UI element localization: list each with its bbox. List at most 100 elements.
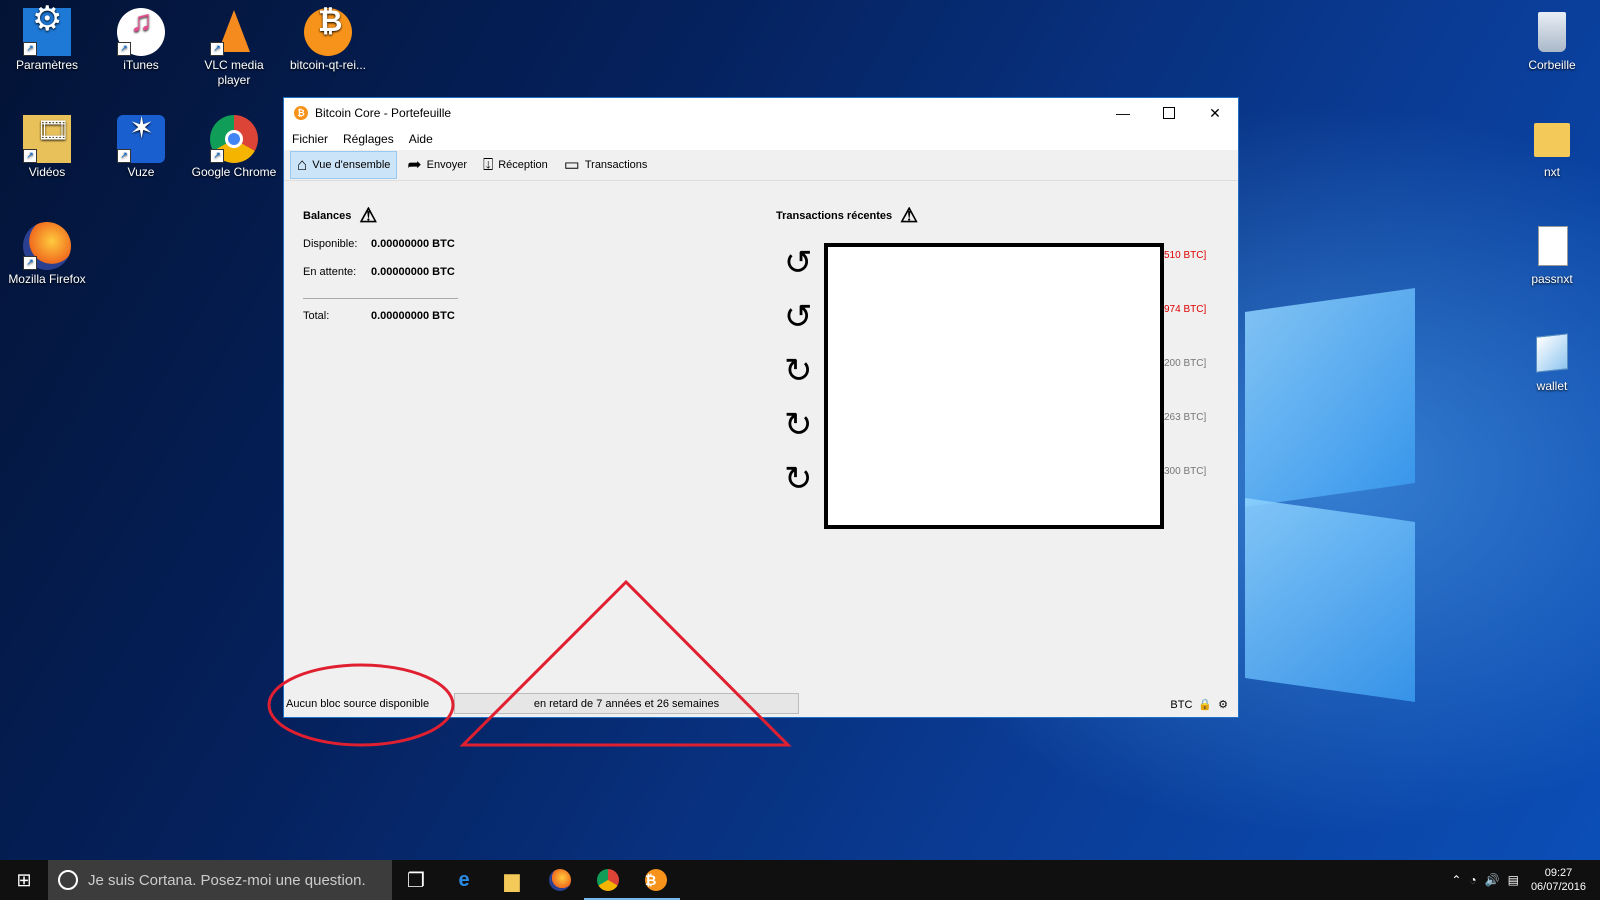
file-explorer-icon: ▆ (504, 869, 520, 892)
desktop-icon-label: Vuze (127, 165, 155, 179)
tab-overview[interactable]: ⌂ Vue d'ensemble (290, 151, 398, 179)
tx-amount[interactable]: 300 BTC] (1164, 466, 1206, 477)
edge-icon: e (458, 868, 470, 891)
desktop-icon-label: Google Chrome (191, 165, 277, 179)
tx-amount[interactable]: 974 BTC] (1164, 304, 1206, 315)
desktop-icon-label: Vidéos (28, 165, 66, 179)
desktop-icon-itunes[interactable]: ♫ ↗ iTunes (97, 7, 185, 73)
task-view-button[interactable]: ❐ (392, 860, 440, 900)
bitcoin-icon: ₿ (304, 7, 352, 56)
home-icon: ⌂ (297, 155, 308, 174)
minimize-button[interactable]: — (1100, 98, 1146, 128)
windows-logo-icon: ⊞ (16, 869, 32, 890)
taskbar-clock[interactable]: 09:27 06/07/2016 (1531, 866, 1586, 894)
lock-icon[interactable]: 🔒 (1198, 698, 1212, 711)
desktop-icon-videos[interactable]: 🎞 ↗ Vidéos (3, 115, 91, 180)
volume-icon[interactable]: 🔊 (1485, 873, 1500, 887)
balances-title: Balances ⚠ (303, 206, 377, 226)
tab-overview-label: Vue d'ensemble (312, 159, 391, 171)
balance-total-row: Total: 0.00000000 BTC (303, 310, 455, 322)
desktop-icon-wallet[interactable]: wallet (1508, 329, 1596, 394)
wifi-icon[interactable]: ◔ (1469, 873, 1476, 887)
warning-icon[interactable]: ⚠ (900, 206, 918, 226)
pending-label: En attente: (303, 266, 357, 278)
desktop-icon-passnxt[interactable]: passnxt (1508, 222, 1596, 287)
close-button[interactable]: ✕ (1192, 98, 1238, 128)
tx-amount[interactable]: 510 BTC] (1164, 250, 1206, 261)
tab-send-label: Envoyer (426, 159, 468, 171)
available-value: 0.00000000 BTC (371, 238, 455, 250)
chevron-up-icon[interactable]: ⌃ (1451, 873, 1461, 887)
desktop-icon-vlc[interactable]: ↗ VLC media player (190, 8, 278, 88)
tab-transactions-label: Transactions (584, 159, 648, 171)
sync-progress-bar: en retard de 7 années et 26 semaines (454, 693, 799, 714)
warning-icon[interactable]: ⚠ (359, 206, 377, 226)
desktop-icon-nxt[interactable]: nxt (1508, 115, 1596, 180)
tab-transactions[interactable]: ▭ Transactions (558, 152, 654, 178)
pending-value: 0.00000000 BTC (371, 266, 455, 278)
start-button[interactable]: ⊞ (0, 860, 48, 900)
menu-reglages[interactable]: Réglages (343, 132, 394, 146)
taskbar-bitcoin[interactable]: ₿ (632, 860, 680, 900)
tx-sent-icon: ↺ (784, 298, 813, 336)
firefox-icon (549, 869, 571, 891)
total-label: Total: (303, 310, 330, 322)
tx-amount[interactable]: 200 BTC] (1164, 358, 1206, 369)
bitcoin-core-window: ₿ Bitcoin Core - Portefeuille — ✕ Fichie… (283, 97, 1239, 718)
menu-fichier[interactable]: Fichier (292, 132, 328, 146)
taskbar-chrome[interactable] (584, 860, 632, 900)
bitcoin-icon: ₿ (645, 869, 667, 891)
taskbar-explorer[interactable]: ▆ (488, 860, 536, 900)
wallet-file-icon (1528, 329, 1576, 377)
menu-aide[interactable]: Aide (409, 132, 433, 146)
cortana-search-box[interactable]: Je suis Cortana. Posez-moi une question. (48, 860, 392, 900)
clock-time: 09:27 (1544, 867, 1573, 879)
maximize-button[interactable] (1146, 98, 1192, 128)
balances-title-text: Balances (303, 210, 352, 222)
desktop-icon-label: iTunes (123, 58, 159, 72)
desktop-icon-bitcoin-qt[interactable]: ₿ bitcoin-qt-rei... (284, 7, 372, 73)
desktop-icon-label: Corbeille (1528, 58, 1576, 72)
unit-label[interactable]: BTC (1170, 699, 1192, 711)
balance-available-row: Disponible: 0.00000000 BTC (303, 238, 455, 250)
redaction-box (824, 243, 1164, 529)
recycle-bin-icon (1528, 8, 1576, 56)
videos-folder-icon: 🎞 ↗ (23, 115, 71, 163)
desktop-icon-settings[interactable]: ⚙ ↗ Paramètres (3, 2, 91, 73)
recent-transactions-title-text: Transactions récentes (776, 210, 893, 222)
desktop-icon-label: Mozilla Firefox (8, 272, 86, 286)
send-arrow-icon: ➦ (407, 155, 422, 174)
itunes-icon: ♫ ↗ (117, 7, 165, 56)
notification-icon[interactable]: ▤ (1508, 873, 1519, 887)
desktop-icon-firefox[interactable]: ↗ Mozilla Firefox (3, 222, 91, 287)
wallpaper-pane-bottom-left (1245, 498, 1415, 702)
cortana-icon (58, 870, 78, 890)
desktop-icon-label: VLC media player (204, 58, 264, 87)
tx-amount[interactable]: 263 BTC] (1164, 412, 1206, 423)
transactions-card-icon: ▭ (563, 155, 580, 174)
window-titlebar[interactable]: ₿ Bitcoin Core - Portefeuille — ✕ (284, 98, 1238, 128)
tab-receive[interactable]: ⍗ Réception (477, 152, 554, 178)
clock-date: 06/07/2016 (1530, 881, 1586, 893)
available-label: Disponible: (303, 238, 358, 250)
chrome-icon: ↗ (210, 115, 258, 163)
balance-pending-row: En attente: 0.00000000 BTC (303, 266, 455, 278)
taskbar-firefox[interactable] (536, 860, 584, 900)
desktop-icon-recycle-bin[interactable]: Corbeille (1508, 8, 1596, 73)
wallpaper-pane-top-left (1245, 288, 1415, 507)
status-no-block-source: Aucun bloc source disponible (286, 698, 430, 710)
document-icon (1528, 222, 1576, 270)
system-tray: ⌃ ◔ 🔊 ▤ 09:27 06/07/2016 (1451, 860, 1600, 900)
desktop-icon-chrome[interactable]: ↗ Google Chrome (190, 115, 278, 180)
network-icon[interactable]: ⚙ (1218, 698, 1228, 711)
tab-send[interactable]: ➦ Envoyer (401, 152, 473, 178)
status-right-group: BTC 🔒 ⚙ (1170, 698, 1228, 712)
vlc-cone-icon: ↗ (210, 8, 258, 56)
tx-sent-icon: ↺ (784, 244, 813, 282)
tx-received-icon: ↻ (784, 406, 813, 444)
settings-gear-icon: ⚙ ↗ (23, 2, 71, 56)
desktop-icon-vuze[interactable]: ✶ ↗ Vuze (97, 114, 185, 180)
desktop-icon-label: passnxt (1531, 272, 1573, 286)
taskbar-edge[interactable]: e (440, 860, 488, 900)
tx-received-icon: ↻ (784, 352, 813, 390)
